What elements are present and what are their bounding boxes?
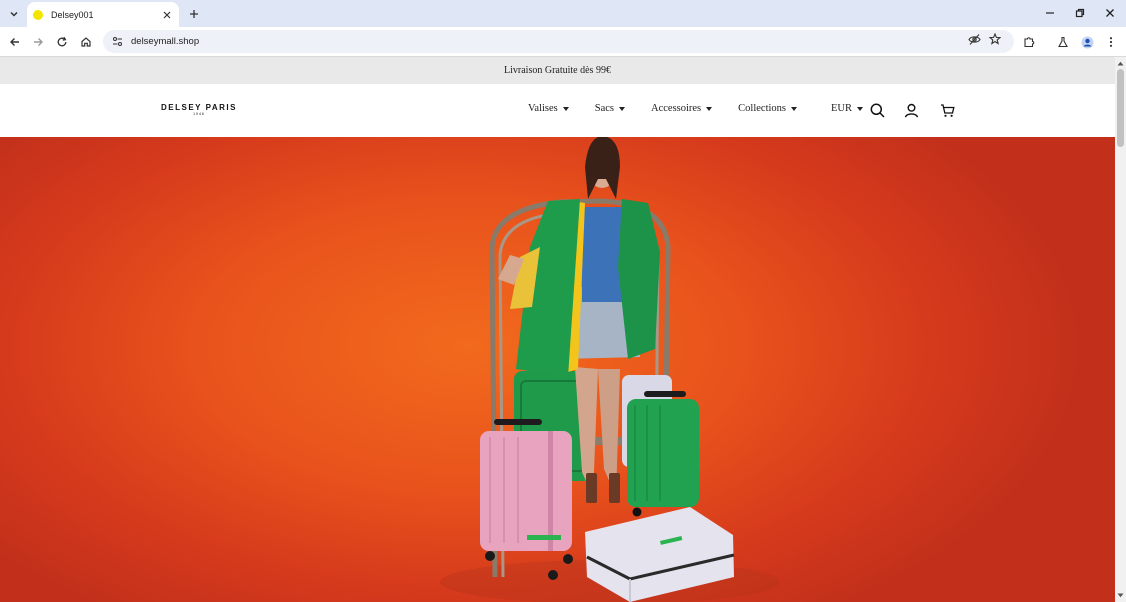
restore-button[interactable]	[1069, 4, 1091, 22]
caret-up-icon	[1117, 61, 1124, 66]
url-text: delseymall.shop	[131, 36, 200, 47]
reload-icon	[57, 36, 67, 47]
chevron-down-icon	[10, 11, 18, 17]
extensions-button[interactable]	[1019, 32, 1039, 52]
tab-close-button[interactable]	[159, 7, 175, 23]
puzzle-icon	[1024, 37, 1035, 48]
nav-item-label: Accessoires	[651, 103, 702, 114]
arrow-right-icon	[34, 38, 43, 46]
scroll-down-arrow[interactable]	[1117, 592, 1124, 599]
hero-image	[440, 137, 780, 602]
site-header: DELSEY PARIS 1946 Valises Sacs Accessoir…	[0, 84, 1115, 137]
nav-item-label: Collections	[738, 103, 786, 114]
nav-item-sacs[interactable]: Sacs	[595, 103, 625, 114]
star-icon	[989, 33, 1001, 45]
cart-icon	[940, 103, 955, 117]
logo-year: 1946	[193, 112, 205, 116]
main-nav: Valises Sacs Accessoires Collections EUR	[528, 103, 889, 114]
hero-banner[interactable]	[0, 137, 1115, 602]
account-icon	[904, 103, 918, 117]
eye-off-icon	[967, 33, 981, 45]
more-vertical-icon	[1109, 37, 1113, 47]
avatar-icon	[1081, 36, 1093, 48]
currency-selector[interactable]: EUR	[831, 103, 863, 114]
bookmark-button[interactable]	[986, 30, 1004, 48]
close-window-button[interactable]	[1099, 4, 1121, 22]
browser-tab-active[interactable]: Delsey001	[27, 2, 179, 27]
browser-toolbar: delseymall.shop	[0, 27, 1126, 57]
nav-item-label: Sacs	[594, 103, 614, 114]
tracking-protection-button[interactable]	[965, 30, 983, 48]
reload-button[interactable]	[52, 32, 72, 52]
nav-item-label: Valises	[528, 103, 558, 114]
close-icon	[163, 11, 171, 18]
scroll-up-arrow[interactable]	[1117, 60, 1124, 67]
address-bar[interactable]: delseymall.shop	[103, 30, 1014, 53]
forward-button[interactable]	[28, 32, 48, 52]
tab-title: Delsey001	[51, 9, 94, 20]
arrow-left-icon	[10, 38, 19, 46]
browser-tabstrip: Delsey001	[0, 0, 1126, 27]
caret-down-icon	[706, 106, 713, 111]
promo-bar: Livraison Gratuite dès 99€	[0, 57, 1115, 84]
minimize-button[interactable]	[1039, 4, 1061, 22]
page-scrollbar[interactable]	[1115, 57, 1126, 602]
nav-item-collections[interactable]: Collections	[738, 103, 797, 114]
browser-menu-button[interactable]	[1101, 32, 1121, 52]
home-icon	[81, 37, 91, 47]
profile-button[interactable]	[1077, 32, 1097, 52]
nav-item-accessoires[interactable]: Accessoires	[651, 103, 713, 114]
search-button[interactable]	[869, 102, 885, 118]
back-button[interactable]	[5, 32, 25, 52]
close-icon	[1106, 9, 1114, 17]
promo-text: Livraison Gratuite dès 99€	[504, 65, 611, 76]
new-tab-button[interactable]	[185, 5, 203, 23]
restore-icon	[1075, 8, 1085, 18]
caret-down-icon	[562, 106, 569, 111]
currency-label: EUR	[831, 103, 852, 114]
web-page: Livraison Gratuite dès 99€ DELSEY PARIS …	[0, 57, 1115, 602]
logo-wordmark: DELSEY PARIS	[161, 103, 237, 112]
site-logo[interactable]: DELSEY PARIS 1946	[161, 103, 237, 116]
site-info-icon[interactable]	[109, 34, 125, 50]
cart-button[interactable]	[939, 102, 955, 118]
account-button[interactable]	[903, 102, 919, 118]
caret-down-icon	[791, 106, 797, 111]
minimize-icon	[1046, 12, 1054, 14]
favicon-icon	[33, 9, 43, 20]
caret-down-icon	[619, 106, 625, 111]
scroll-thumb[interactable]	[1117, 69, 1124, 147]
labs-button[interactable]	[1053, 32, 1073, 52]
home-button[interactable]	[76, 32, 96, 52]
nav-item-valises[interactable]: Valises	[528, 103, 569, 114]
plus-icon	[190, 10, 198, 18]
caret-down-icon	[857, 106, 863, 111]
search-icon	[870, 103, 885, 118]
tab-search-button[interactable]	[4, 4, 24, 24]
flask-icon	[1058, 36, 1068, 48]
caret-down-icon	[1117, 593, 1124, 598]
